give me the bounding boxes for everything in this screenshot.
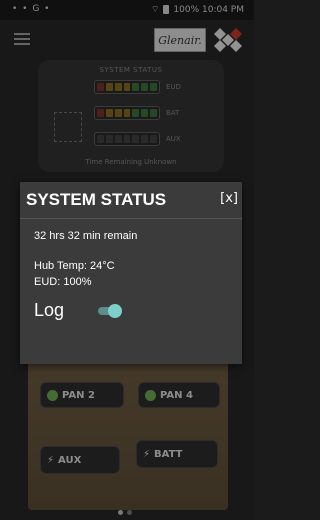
time-remaining-value: 32 hrs 32 min remain bbox=[34, 230, 138, 242]
toggle-thumb bbox=[108, 304, 122, 318]
log-label: Log bbox=[34, 300, 65, 320]
app-screen: • • G • ⌔ 100% 10:04 PM Glenair. SYSTEM … bbox=[0, 0, 254, 520]
dialog-header: SYSTEM STATUS [x] bbox=[20, 182, 242, 219]
system-status-dialog: SYSTEM STATUS [x] 32 hrs 32 min remain H… bbox=[20, 182, 242, 364]
eud-value: EUD: 100% bbox=[34, 276, 92, 288]
log-toggle[interactable] bbox=[98, 304, 122, 318]
close-button[interactable]: [x] bbox=[220, 191, 238, 206]
dialog-title: SYSTEM STATUS bbox=[26, 190, 167, 209]
hub-temp-value: Hub Temp: 24°C bbox=[34, 260, 115, 272]
